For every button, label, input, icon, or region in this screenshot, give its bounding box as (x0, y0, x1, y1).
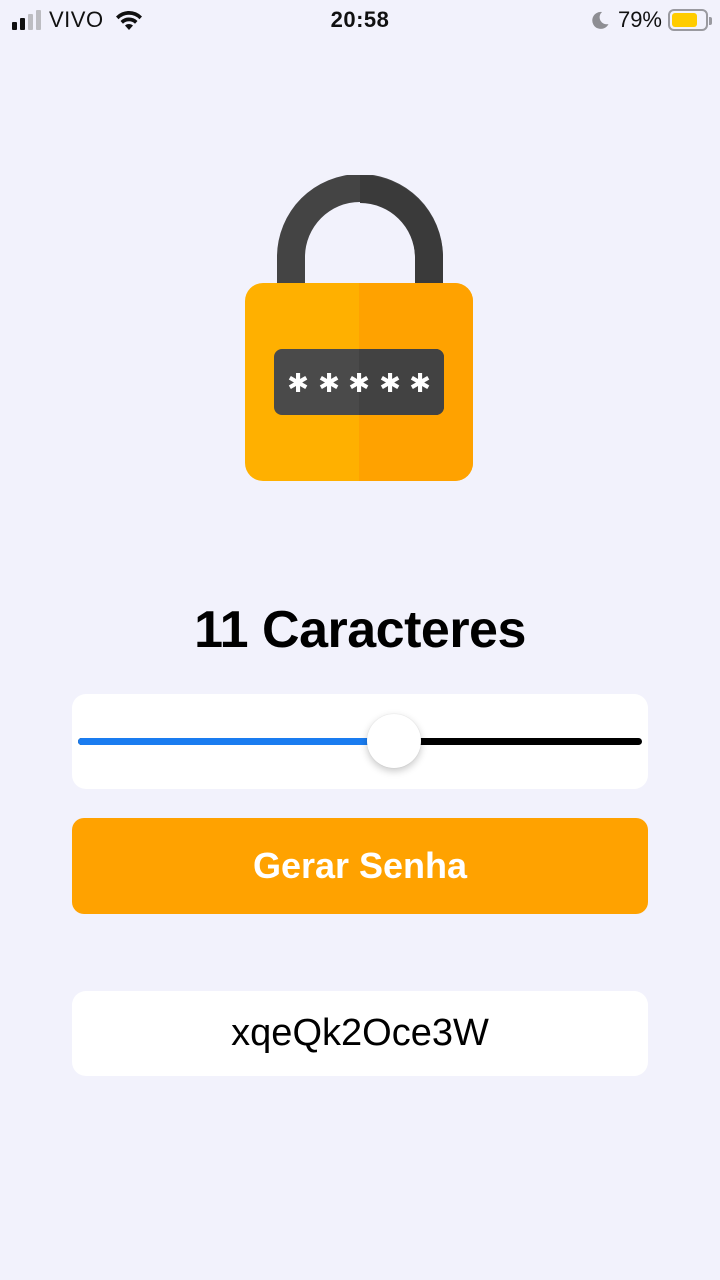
moon-icon (592, 11, 609, 29)
length-slider-thumb[interactable] (366, 714, 421, 768)
length-slider-track[interactable] (78, 738, 642, 745)
length-slider-card (72, 694, 648, 789)
svg-text:✱: ✱ (379, 369, 401, 399)
padlock-asterisks: ✱ ✱ ✱ ✱ ✱ (287, 369, 431, 399)
svg-text:✱: ✱ (318, 369, 340, 399)
password-output[interactable]: xqeQk2Oce3W (72, 991, 648, 1076)
generate-password-button[interactable]: Gerar Senha (72, 818, 648, 914)
battery-icon (668, 9, 712, 31)
svg-text:✱: ✱ (409, 369, 431, 399)
battery-percent: 79% (617, 7, 662, 32)
battery-fill (672, 13, 698, 27)
status-right: 79% (590, 6, 712, 34)
padlock-icon: ✱ ✱ ✱ ✱ ✱ (245, 175, 473, 481)
length-slider-fill (78, 738, 394, 745)
battery-nub (709, 17, 712, 25)
svg-text:✱: ✱ (287, 369, 309, 399)
status-bar: VIVO 20:58 79% (0, 0, 720, 40)
svg-text:✱: ✱ (348, 369, 370, 399)
length-title: 11 Caracteres (194, 601, 526, 659)
